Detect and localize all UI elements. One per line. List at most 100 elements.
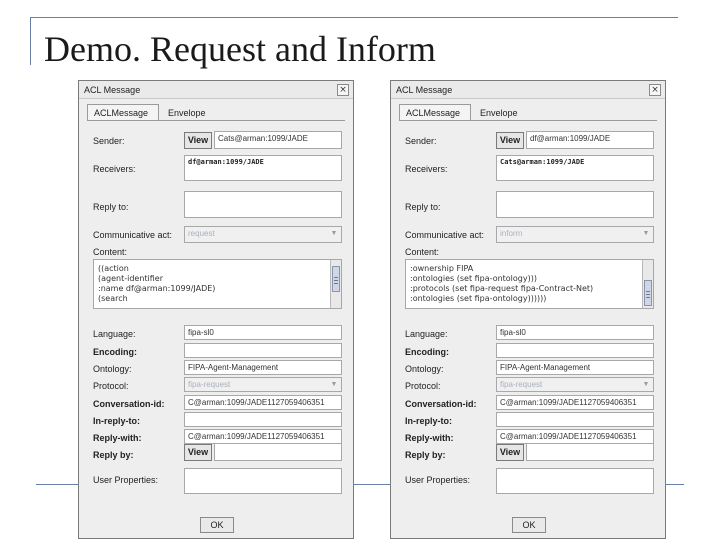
reply-with-field[interactable]: C@arman:1099/JADE1127059406351 (496, 429, 654, 444)
reply-with-label: Reply-with: (93, 433, 142, 443)
in-reply-to-field[interactable] (496, 412, 654, 427)
acl-message-dialog-request: ACL Message × ACLMessage Envelope Sender: Vie… (78, 80, 354, 539)
reply-by-label: Reply by: (405, 450, 446, 460)
receivers-field[interactable]: df@arman:1099/JADE (184, 155, 342, 181)
scroll-thumb[interactable] (332, 266, 340, 292)
receivers-label: Receivers: (93, 164, 136, 174)
communicative-act-select[interactable]: inform ▼ (496, 226, 654, 243)
in-reply-to-label: In-reply-to: (93, 416, 140, 426)
in-reply-to-field[interactable] (184, 412, 342, 427)
chevron-down-icon: ▼ (642, 230, 650, 237)
scroll-grip (646, 291, 650, 292)
reply-by-field[interactable] (214, 443, 342, 461)
conversation-id-field[interactable]: C@arman:1099/JADE1127059406351 (496, 395, 654, 410)
scroll-thumb[interactable] (644, 280, 652, 306)
ok-button[interactable]: OK (200, 517, 234, 533)
language-field[interactable]: fipa-sl0 (496, 325, 654, 340)
conversation-id-field[interactable]: C@arman:1099/JADE1127059406351 (184, 395, 342, 410)
communicative-act-label: Communicative act: (405, 230, 485, 240)
content-label: Content: (93, 247, 128, 257)
user-properties-field[interactable] (184, 468, 342, 494)
communicative-act-select[interactable]: request ▼ (184, 226, 342, 243)
content-line: (agent-identifier (98, 274, 164, 283)
sender-field[interactable]: df@arman:1099/JADE (526, 131, 654, 149)
ontology-field[interactable]: FIPA-Agent-Management (184, 360, 342, 375)
sender-view-button[interactable]: View (184, 132, 212, 149)
ontology-label: Ontology: (93, 364, 132, 374)
encoding-label: Encoding: (405, 347, 449, 357)
window-titlebar[interactable]: ACL Message × (79, 81, 353, 99)
sender-label: Sender: (405, 136, 437, 146)
chevron-down-icon: ▼ (330, 381, 338, 388)
reply-by-view-button[interactable]: View (184, 444, 212, 461)
sender-label: Sender: (93, 136, 125, 146)
language-field[interactable]: fipa-sl0 (184, 325, 342, 340)
slide-left-rule (30, 17, 31, 65)
close-icon[interactable]: × (649, 84, 661, 96)
content-line: :name df@arman:1099/JADE) (98, 284, 216, 293)
tab-underline (399, 120, 657, 121)
user-properties-label: User Properties: (93, 475, 159, 485)
content-scrollbar[interactable] (330, 260, 341, 308)
window-titlebar[interactable]: ACL Message × (391, 81, 665, 99)
reply-with-label: Reply-with: (405, 433, 454, 443)
language-label: Language: (405, 329, 448, 339)
acl-message-dialog-inform: ACL Message × ACLMessage Envelope Sender: Vie… (390, 80, 666, 539)
chevron-down-icon: ▼ (330, 230, 338, 237)
reply-by-view-button[interactable]: View (496, 444, 524, 461)
tab-envelope[interactable]: Envelope (161, 104, 215, 120)
sender-view-button[interactable]: View (496, 132, 524, 149)
ontology-field[interactable]: FIPA-Agent-Management (496, 360, 654, 375)
language-label: Language: (93, 329, 136, 339)
communicative-act-value: request (188, 229, 215, 238)
content-textarea[interactable]: :ownership FIPA :ontologies (set fipa-on… (405, 259, 654, 309)
reply-to-label: Reply to: (93, 202, 129, 212)
sender-field[interactable]: Cats@arman:1099/JADE (214, 131, 342, 149)
tab-aclmessage[interactable]: ACLMessage (87, 104, 159, 120)
content-line: :protocols (set fipa-request fipa-Contra… (410, 284, 594, 293)
ok-button[interactable]: OK (512, 517, 546, 533)
encoding-field[interactable] (184, 343, 342, 358)
scroll-grip (334, 283, 338, 284)
chevron-down-icon: ▼ (642, 381, 650, 388)
reply-to-field[interactable] (184, 191, 342, 218)
window-title: ACL Message (396, 85, 453, 95)
encoding-field[interactable] (496, 343, 654, 358)
user-properties-field[interactable] (496, 468, 654, 494)
slide-top-rule (30, 17, 678, 18)
close-icon[interactable]: × (337, 84, 349, 96)
protocol-label: Protocol: (405, 381, 441, 391)
slide-title: Demo. Request and Inform (44, 29, 436, 69)
scroll-grip (646, 294, 650, 295)
user-properties-label: User Properties: (405, 475, 471, 485)
reply-to-field[interactable] (496, 191, 654, 218)
ontology-label: Ontology: (405, 364, 444, 374)
reply-by-field[interactable] (526, 443, 654, 461)
content-line: (search (98, 294, 128, 303)
content-label: Content: (405, 247, 440, 257)
reply-to-label: Reply to: (405, 202, 441, 212)
in-reply-to-label: In-reply-to: (405, 416, 452, 426)
conversation-id-label: Conversation-id: (405, 399, 477, 409)
protocol-select[interactable]: fipa-request ▼ (496, 377, 654, 392)
content-line: :ontologies (set fipa-ontology))) (410, 274, 537, 283)
tab-aclmessage[interactable]: ACLMessage (399, 104, 471, 120)
scroll-grip (334, 277, 338, 278)
protocol-select[interactable]: fipa-request ▼ (184, 377, 342, 392)
tab-underline (87, 120, 345, 121)
receivers-field[interactable]: Cats@arman:1099/JADE (496, 155, 654, 181)
tab-envelope[interactable]: Envelope (473, 104, 527, 120)
scroll-grip (334, 280, 338, 281)
content-line: ((action (98, 264, 129, 273)
reply-by-label: Reply by: (93, 450, 134, 460)
window-title: ACL Message (84, 85, 141, 95)
content-line: :ontologies (set fipa-ontology)))))) (410, 294, 547, 303)
content-scrollbar[interactable] (642, 260, 653, 308)
content-textarea[interactable]: ((action (agent-identifier :name df@arma… (93, 259, 342, 309)
scroll-grip (646, 297, 650, 298)
communicative-act-label: Communicative act: (93, 230, 173, 240)
reply-with-field[interactable]: C@arman:1099/JADE1127059406351 (184, 429, 342, 444)
communicative-act-value: inform (500, 229, 523, 238)
receivers-label: Receivers: (405, 164, 448, 174)
protocol-value: fipa-request (500, 380, 543, 389)
